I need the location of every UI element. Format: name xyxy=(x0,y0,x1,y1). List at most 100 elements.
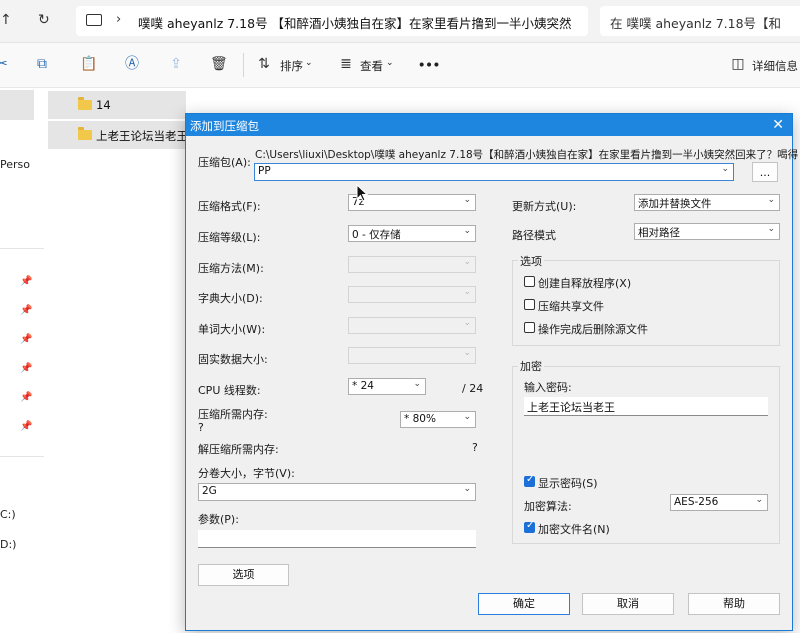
encrypt-filenames-checkbox[interactable] xyxy=(524,520,535,533)
nav-item-person[interactable]: Perso xyxy=(0,158,30,171)
computer-icon xyxy=(86,14,102,26)
browse-button[interactable]: ... xyxy=(752,162,778,182)
dialog-titlebar[interactable]: 添加到压缩包 ✕ xyxy=(186,114,792,136)
address-path: 噗噗 aheyanlz 7.18号 【和醉酒小姨独自在家】在家里看片撸到一半小姨… xyxy=(138,16,572,31)
chevron-down-icon: ⌄ xyxy=(463,257,471,267)
chevron-down-icon: ⌄ xyxy=(463,195,471,205)
delete-after-checkbox[interactable] xyxy=(524,322,535,333)
word-size-select[interactable]: ⌄ xyxy=(348,317,476,334)
add-to-archive-dialog: 添加到压缩包 ✕ 压缩包(A): C:\Users\liuxi\Desktop\… xyxy=(185,113,798,631)
folder-icon xyxy=(78,127,92,140)
method-label: 压缩方法(M): xyxy=(198,262,264,275)
shared-files-label: 压缩共享文件 xyxy=(538,300,604,313)
chevron-down-icon: ⌄ xyxy=(767,195,775,205)
help-button[interactable]: 帮助 xyxy=(688,593,780,615)
navigation-pane: Perso 📌 📌 📌 📌 📌 📌 C:) D:) xyxy=(0,88,44,633)
chevron-down-icon: ⌄ xyxy=(305,58,313,68)
options-button[interactable]: 选项 xyxy=(198,564,289,586)
sort-button[interactable]: 排序 xyxy=(280,58,303,74)
nav-drive-d[interactable]: D:) xyxy=(0,538,16,551)
chevron-down-icon: ⌄ xyxy=(413,379,421,389)
close-icon[interactable]: ✕ xyxy=(772,116,784,134)
solid-size-select[interactable]: ⌄ xyxy=(348,347,476,364)
share-icon[interactable]: ⇪ xyxy=(168,56,184,72)
options-group-title: 选项 xyxy=(518,253,544,269)
sort-icon: ⇅ xyxy=(258,56,270,72)
chevron-down-icon: ⌄ xyxy=(386,58,394,68)
decompress-memory-value: ? xyxy=(472,441,478,454)
delete-after-label: 操作完成后删除源文件 xyxy=(538,323,648,336)
level-select[interactable]: 0 - 仅存储 ⌄ xyxy=(348,225,476,242)
update-mode-select[interactable]: 添加并替换文件 ⌄ xyxy=(634,194,780,211)
search-box[interactable]: 在 噗噗 aheyanlz 7.18号【和 xyxy=(600,6,800,36)
nav-divider xyxy=(0,456,44,457)
dialog-title: 添加到压缩包 xyxy=(190,119,259,133)
chevron-down-icon: ⌄ xyxy=(721,164,729,174)
refresh-icon[interactable]: ↻ xyxy=(38,12,50,28)
rename-icon[interactable]: Ⓐ xyxy=(124,56,140,72)
chevron-down-icon: ⌄ xyxy=(463,318,471,328)
delete-icon[interactable]: 🗑 xyxy=(210,56,228,72)
address-bar: ↑ ↻ › 噗噗 aheyanlz 7.18号 【和醉酒小姨独自在家】在家里看片… xyxy=(0,0,800,43)
memory-select[interactable]: * 80% ⌄ xyxy=(400,411,476,428)
list-item[interactable]: 14 xyxy=(48,91,186,119)
pin-icon: 📌 xyxy=(20,305,33,316)
mouse-cursor-icon xyxy=(356,184,368,202)
sfx-checkbox[interactable] xyxy=(524,276,535,287)
nav-item-selected[interactable] xyxy=(0,90,34,120)
memory-question: ? xyxy=(198,421,204,434)
path-mode-select[interactable]: 相对路径 ⌄ xyxy=(634,223,780,240)
pin-icon: 📌 xyxy=(20,276,33,287)
chevron-down-icon: ⌄ xyxy=(755,495,763,505)
dictionary-label: 字典大小(D): xyxy=(198,292,263,305)
chevron-right-icon: › xyxy=(116,12,122,27)
cut-icon[interactable]: ✂ xyxy=(0,56,10,72)
copy-icon[interactable]: ⧉ xyxy=(34,56,50,72)
paste-icon[interactable]: 📋 xyxy=(80,56,97,72)
encryption-group-title: 加密 xyxy=(518,358,544,374)
details-button[interactable]: 详细信息 xyxy=(752,58,798,74)
cpu-threads-total: / 24 xyxy=(462,382,484,395)
show-password-label: 显示密码(S) xyxy=(538,477,598,490)
command-bar: ✂ ⧉ 📋 Ⓐ ⇪ 🗑 ⇅ 排序 ⌄ ≣ 查看 ⌄ ••• ◫ 详细信息 xyxy=(0,43,800,88)
method-select[interactable]: ⌄ xyxy=(348,256,476,273)
archive-label: 压缩包(A): xyxy=(198,156,251,169)
nav-drive-c[interactable]: C:) xyxy=(0,508,16,521)
path-mode-value: 相对路径 xyxy=(638,227,680,239)
chevron-down-icon: ⌄ xyxy=(463,484,471,494)
decompress-memory-label: 解压缩所需内存: xyxy=(198,443,279,456)
sfx-label: 创建自释放程序(X) xyxy=(538,277,632,290)
password-input[interactable]: 上老王论坛当老王 xyxy=(524,397,768,416)
file-name: 上老王论坛当老王 xyxy=(96,129,188,143)
nav-divider xyxy=(0,248,44,249)
params-input[interactable] xyxy=(198,530,476,548)
pin-icon: 📌 xyxy=(20,363,33,374)
chevron-down-icon: ⌄ xyxy=(463,226,471,236)
list-item[interactable]: 上老王论坛当老王 xyxy=(48,121,188,149)
dictionary-select[interactable]: ⌄ xyxy=(348,286,476,303)
encryption-method-value: AES-256 xyxy=(674,496,719,508)
up-arrow-icon[interactable]: ↑ xyxy=(0,12,12,28)
view-icon: ≣ xyxy=(340,56,352,72)
pin-icon: 📌 xyxy=(20,392,33,403)
cancel-button[interactable]: 取消 xyxy=(582,593,674,615)
search-placeholder: 在 噗噗 aheyanlz 7.18号【和 xyxy=(610,16,782,31)
show-password-checkbox[interactable] xyxy=(524,474,535,487)
archive-name-combo[interactable]: PP ⌄ xyxy=(254,163,734,181)
address-field[interactable]: › 噗噗 aheyanlz 7.18号 【和醉酒小姨独自在家】在家里看片撸到一半… xyxy=(76,6,588,36)
cpu-threads-value: * 24 xyxy=(352,380,374,392)
memory-label: 压缩所需内存: xyxy=(198,408,268,421)
params-label: 参数(P): xyxy=(198,513,239,526)
view-button[interactable]: 查看 xyxy=(360,58,383,74)
update-mode-value: 添加并替换文件 xyxy=(638,198,712,210)
cpu-threads-select[interactable]: * 24 ⌄ xyxy=(348,378,426,395)
password-value: 上老王论坛当老王 xyxy=(527,401,615,414)
chevron-down-icon: ⌄ xyxy=(463,287,471,297)
split-size-select[interactable]: 2G ⌄ xyxy=(198,483,476,501)
password-label: 输入密码: xyxy=(524,381,572,394)
chevron-down-icon: ⌄ xyxy=(463,348,471,358)
encryption-method-select[interactable]: AES-256 ⌄ xyxy=(670,494,768,511)
shared-files-checkbox[interactable] xyxy=(524,299,535,310)
ok-button[interactable]: 确定 xyxy=(478,593,570,615)
more-button[interactable]: ••• xyxy=(418,58,440,72)
